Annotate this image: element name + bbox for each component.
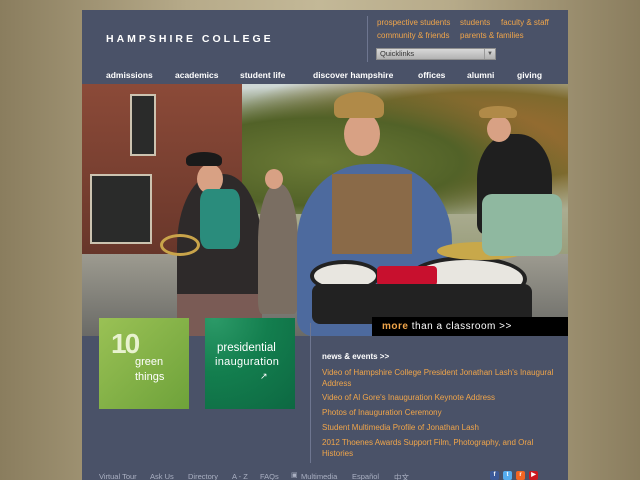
link-community-friends[interactable]: community & friends [377, 31, 449, 40]
rss-icon[interactable]: r [516, 471, 525, 480]
news-item[interactable]: Photos of Inauguration Ceremony [322, 408, 442, 419]
link-students[interactable]: students [460, 18, 490, 27]
footer-espanol[interactable]: Español [352, 472, 379, 480]
footer-ask-us[interactable]: Ask Us [150, 472, 174, 480]
camera-icon: ▣ [291, 472, 298, 479]
footer-multimedia[interactable]: Multimedia [301, 472, 337, 480]
news-events-heading[interactable]: news & events >> [322, 352, 389, 361]
nav-alumni[interactable]: alumni [467, 70, 494, 80]
news-item[interactable]: Student Multimedia Profile of Jonathan L… [322, 423, 479, 434]
green-things-tile[interactable]: 10 green things [99, 318, 189, 409]
external-link-icon: ↗ [260, 371, 268, 381]
link-prospective-students[interactable]: prospective students [377, 18, 450, 27]
news-item[interactable]: Video of Hampshire College President Jon… [322, 368, 558, 389]
link-parents-families[interactable]: parents & families [460, 31, 524, 40]
site-header: HAMPSHIRE COLLEGE prospective students s… [82, 10, 568, 74]
site-logo[interactable]: HAMPSHIRE COLLEGE [106, 33, 274, 45]
nav-giving[interactable]: giving [517, 70, 542, 80]
footer-directory[interactable]: Directory [188, 472, 218, 480]
hero-image[interactable]: more than a classroom >> [82, 84, 568, 336]
header-divider [367, 16, 368, 62]
chevron-down-icon: ▼ [484, 49, 495, 59]
nav-discover-hampshire[interactable]: discover hampshire [313, 70, 393, 80]
quicklinks-label: Quicklinks [380, 49, 415, 58]
footer-faqs[interactable]: FAQs [260, 472, 279, 480]
youtube-icon[interactable]: ▶ [529, 471, 538, 480]
facebook-icon[interactable]: f [490, 471, 499, 480]
presidential-inauguration-tile[interactable]: presidential inauguration ↗ [205, 318, 295, 409]
footer-chinese[interactable]: 中文 [394, 472, 409, 480]
double-arrow-icon: >> [499, 321, 512, 332]
news-divider [310, 323, 311, 463]
news-item[interactable]: Video of Al Gore's Inauguration Keynote … [322, 393, 495, 404]
page-container: HAMPSHIRE COLLEGE prospective students s… [82, 10, 568, 480]
footer-a-z[interactable]: A - Z [232, 472, 248, 480]
twitter-icon[interactable]: t [503, 471, 512, 480]
more-than-a-classroom-banner[interactable]: more than a classroom >> [372, 317, 568, 336]
nav-student-life[interactable]: student life [240, 70, 285, 80]
footer-virtual-tour[interactable]: Virtual Tour [99, 472, 137, 480]
nav-admissions[interactable]: admissions [106, 70, 153, 80]
news-item[interactable]: 2012 Thoenes Awards Support Film, Photog… [322, 438, 558, 459]
nav-offices[interactable]: offices [418, 70, 445, 80]
link-faculty-staff[interactable]: faculty & staff [501, 18, 549, 27]
nav-academics[interactable]: academics [175, 70, 218, 80]
site-footer: Virtual Tour Ask Us Directory A - Z FAQs… [82, 470, 568, 480]
quicklinks-select[interactable]: Quicklinks ▼ [376, 48, 496, 60]
